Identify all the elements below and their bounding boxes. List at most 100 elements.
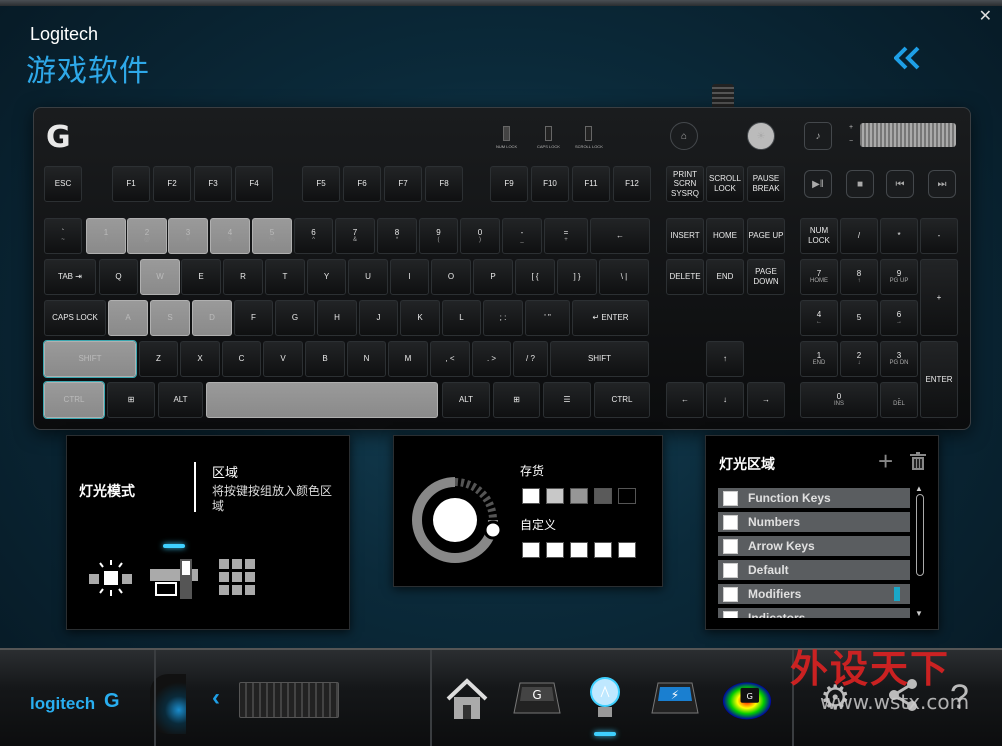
key-z-1[interactable]: Z (139, 341, 178, 377)
key-nav-4[interactable]: END (706, 259, 744, 295)
key-numpad-plus[interactable]: + (920, 259, 958, 336)
key-bottom-1[interactable]: ⊞ (107, 382, 155, 418)
key-print-scrn-sysrq[interactable]: PRINT SCRN SYSRQ (666, 166, 704, 202)
key-num-0[interactable]: ` ~ (44, 218, 82, 254)
key-numpad-enter[interactable]: ENTER (920, 341, 958, 418)
key-num-2[interactable]: 2 @ (127, 218, 167, 254)
key-numpad-minus[interactable]: - (920, 218, 958, 254)
key-f11[interactable]: F11 (572, 166, 610, 202)
key-f8[interactable]: F8 (425, 166, 463, 202)
key-nav-5[interactable]: PAGE DOWN (747, 259, 785, 295)
key-nav-2[interactable]: PAGE UP (747, 218, 785, 254)
zone-checkbox[interactable] (723, 610, 738, 618)
zone-list-scrollbar[interactable]: ▲ ▼ (914, 484, 926, 618)
gkey-blue-icon[interactable]: ⚡ (650, 674, 700, 724)
play-pause-icon[interactable]: ▶ǁ (804, 170, 832, 198)
key-z-11[interactable]: SHIFT (550, 341, 649, 377)
scroll-down-icon[interactable]: ▼ (915, 609, 923, 618)
key-q-13[interactable]: \ | (599, 259, 649, 295)
key-z-3[interactable]: C (222, 341, 261, 377)
next-track-icon[interactable]: ⏭ (928, 170, 956, 198)
zone-checkbox[interactable] (723, 562, 738, 578)
key-f5[interactable]: F5 (302, 166, 340, 202)
key-q-8[interactable]: I (390, 259, 429, 295)
key-a-12[interactable]: ↵ ENTER (572, 300, 649, 336)
key-a-5[interactable]: G (275, 300, 315, 336)
key-arrow-left[interactable]: ← (666, 382, 704, 418)
custom-color-swatch[interactable] (522, 542, 540, 558)
close-icon[interactable]: ✕ (979, 6, 992, 26)
key-z-6[interactable]: N (347, 341, 386, 377)
g-key-icon[interactable]: G (512, 674, 562, 724)
zone-checkbox[interactable] (723, 538, 738, 554)
key-num-7[interactable]: 7 & (335, 218, 375, 254)
key-arrow-down[interactable]: ↓ (706, 382, 744, 418)
key-a-11[interactable]: ' " (525, 300, 570, 336)
key-numpad-divide[interactable]: / (840, 218, 878, 254)
key-numpad-5[interactable]: 5 (840, 300, 878, 336)
key-z-10[interactable]: / ? (513, 341, 548, 377)
key-f4[interactable]: F4 (235, 166, 273, 202)
key-q-5[interactable]: T (265, 259, 305, 295)
key-f3[interactable]: F3 (194, 166, 232, 202)
volume-roller[interactable] (860, 123, 956, 147)
stock-color-swatch[interactable] (522, 488, 540, 504)
key-z-8[interactable]: , < (430, 341, 470, 377)
scroll-up-icon[interactable]: ▲ (915, 484, 923, 493)
key-q-0[interactable]: TAB ⇥ (44, 259, 96, 295)
key-arrow-right[interactable]: → (747, 382, 785, 418)
key-q-3[interactable]: E (181, 259, 221, 295)
key-num-5[interactable]: 5% (252, 218, 292, 254)
previous-device-button[interactable]: ‹ (212, 684, 220, 712)
previous-track-icon[interactable]: ⏮ (886, 170, 914, 198)
key-nav-0[interactable]: INSERT (666, 218, 704, 254)
key-a-8[interactable]: K (400, 300, 440, 336)
custom-color-swatch[interactable] (570, 542, 588, 558)
key-q-6[interactable]: Y (307, 259, 346, 295)
key-bottom-6[interactable]: ☰ (543, 382, 591, 418)
key-f6[interactable]: F6 (343, 166, 381, 202)
key-num-10[interactable]: 0) (460, 218, 500, 254)
key-a-9[interactable]: L (442, 300, 481, 336)
key-numpad-1[interactable]: 1 END (800, 341, 838, 377)
key-q-1[interactable]: Q (99, 259, 138, 295)
game-mode-icon[interactable]: ⌂ (670, 122, 698, 150)
key-q-11[interactable]: [ { (515, 259, 555, 295)
key-numpad-3[interactable]: 3 PG DN (880, 341, 918, 377)
key-a-6[interactable]: H (317, 300, 357, 336)
zone-list-item[interactable]: Indicators (718, 608, 910, 618)
key-f10[interactable]: F10 (531, 166, 569, 202)
per-key-icon[interactable] (219, 559, 259, 604)
key-num-12[interactable]: = + (544, 218, 588, 254)
key-f1[interactable]: F1 (112, 166, 150, 202)
key-num-9[interactable]: 9( (419, 218, 458, 254)
key-z-0[interactable]: SHIFT (43, 340, 137, 378)
key-a-10[interactable]: ; : (483, 300, 523, 336)
zone-list-item[interactable]: Function Keys (718, 488, 910, 508)
stock-color-swatch[interactable] (594, 488, 612, 504)
key-num-4[interactable]: 4 $ (210, 218, 250, 254)
key-numpad-6[interactable]: 6 → (880, 300, 918, 336)
key-numpad-8[interactable]: 8 ↑ (840, 259, 878, 295)
zone-list-item[interactable]: Default (718, 560, 910, 580)
custom-color-swatch[interactable] (618, 542, 636, 558)
key-numlock[interactable]: NUM LOCK (800, 218, 838, 254)
key-bottom-4[interactable]: ALT (442, 382, 490, 418)
key-num-3[interactable]: 3 # (168, 218, 208, 254)
key-a-2[interactable]: S (150, 300, 190, 336)
key-z-7[interactable]: M (388, 341, 428, 377)
lighting-icon[interactable] (580, 674, 630, 724)
backlight-icon[interactable]: ☀ (747, 122, 775, 150)
key-bottom-7[interactable]: CTRL (594, 382, 650, 418)
key-a-4[interactable]: F (234, 300, 273, 336)
key-f12[interactable]: F12 (613, 166, 651, 202)
key-z-5[interactable]: B (305, 341, 345, 377)
scroll-thumb[interactable] (916, 494, 924, 576)
key-numpad-multiply[interactable]: * (880, 218, 918, 254)
zone-checkbox[interactable] (723, 490, 738, 506)
key-f9[interactable]: F9 (490, 166, 528, 202)
key-z-9[interactable]: . > (472, 341, 511, 377)
key-nav-3[interactable]: DELETE (666, 259, 704, 295)
key-q-2[interactable]: W (140, 259, 180, 295)
key-numpad-7[interactable]: 7 HOME (800, 259, 838, 295)
